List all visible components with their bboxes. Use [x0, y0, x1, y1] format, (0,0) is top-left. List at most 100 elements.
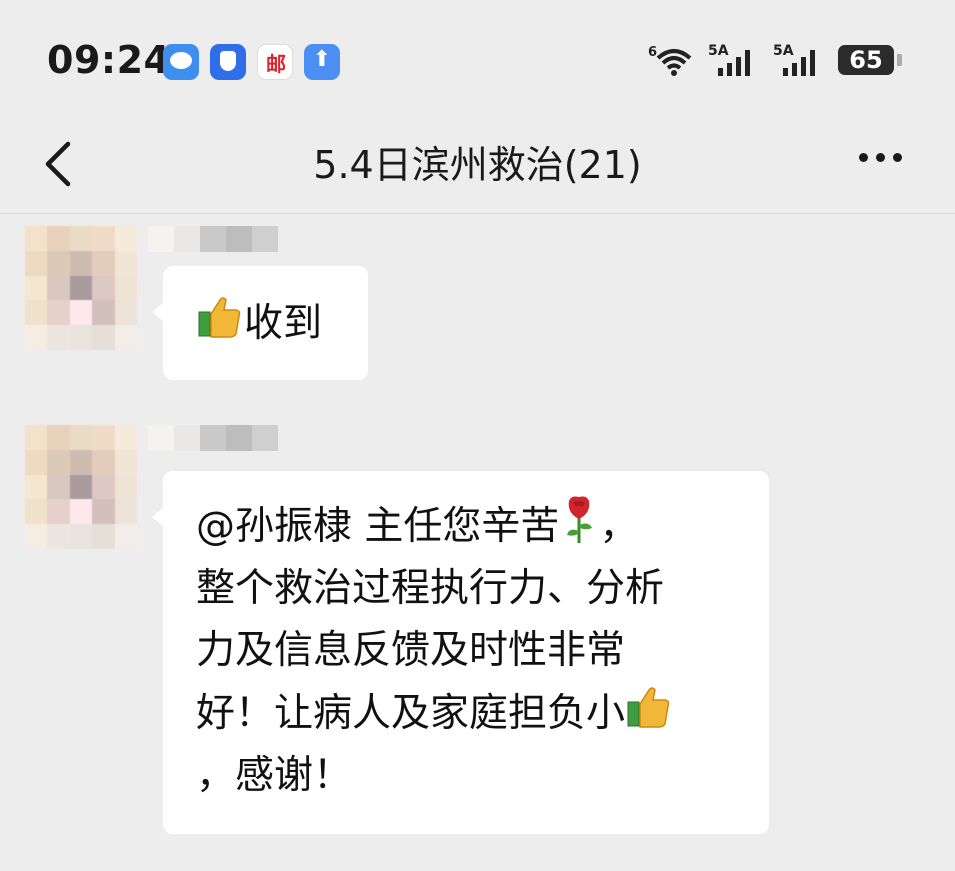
avatar-pixel: [92, 226, 115, 251]
avatar-pixel: [47, 499, 70, 525]
message-line: ，: [599, 504, 639, 549]
sender-name-pixel: [226, 226, 252, 252]
battery-indicator: 65: [838, 45, 894, 75]
avatar-pixel: [25, 275, 48, 301]
avatar-pixel: [25, 226, 48, 251]
avatar-pixel: [92, 524, 115, 549]
message-line: 力及信息反馈及时性非常: [196, 628, 626, 673]
avatar-pixel: [69, 250, 93, 276]
thumbs-up-icon: [198, 297, 241, 338]
avatar-pixel: [114, 250, 137, 276]
avatar-pixel: [47, 250, 70, 276]
avatar-pixel: [69, 226, 93, 251]
message-line: 收到: [244, 301, 323, 346]
avatar-pixel: [69, 499, 93, 525]
avatar-pixel: [47, 425, 70, 450]
signal-1-label: 5A: [708, 43, 729, 59]
status-time: 09:24: [47, 38, 171, 82]
avatar-pixel: [69, 474, 93, 500]
sender-name-pixel: [226, 425, 252, 451]
avatar-pixel: [25, 250, 48, 276]
avatar-pixel: [92, 425, 115, 450]
avatar-pixel: [47, 275, 70, 301]
avatar-pixel: [92, 250, 115, 276]
avatar-pixel: [25, 449, 48, 475]
avatar-pixel: [25, 325, 48, 350]
chat-header: 5.4日滨州救治(21): [0, 120, 955, 214]
more-dot: [876, 153, 885, 162]
avatar-pixel: [92, 474, 115, 500]
sender-name-pixel: [252, 425, 278, 451]
avatar-pixel: [114, 499, 137, 525]
message-text: 收到: [196, 292, 322, 355]
sender-name-pixel: [200, 425, 226, 451]
avatar-pixel: [25, 499, 48, 525]
sender-name-pixel: [174, 226, 200, 252]
signal-icon: 5A: [773, 43, 815, 76]
message-bubble[interactable]: @孙振棣 主任您辛苦 ， 整个救治过程执行力、分析 力及信息反馈及时性非常 好！让…: [152, 471, 769, 834]
sender-name-pixel: [148, 226, 174, 252]
message-line: ，感谢！: [196, 753, 353, 798]
status-bar: 09:24 邮 ⬆ 6 5A 5A 65: [0, 0, 955, 120]
avatar-pixel: [25, 474, 48, 500]
message-line: 整个救治过程执行力、分析: [196, 566, 665, 611]
avatar-pixel: [114, 449, 137, 475]
sender-name-blurred: [148, 425, 278, 451]
more-button[interactable]: [845, 136, 915, 176]
message-text: @孙振棣 主任您辛苦 ， 整个救治过程执行力、分析 力及信息反馈及时性非常 好！让…: [196, 493, 673, 807]
mail-icon: 邮: [257, 44, 293, 80]
avatar-pixel: [69, 300, 93, 326]
avatar-pixel: [114, 325, 137, 350]
avatar-pixel: [92, 275, 115, 301]
message-bubble[interactable]: 收到: [152, 266, 368, 380]
avatar-pixel: [92, 499, 115, 525]
avatar-pixel: [69, 449, 93, 475]
wifi-icon: 6: [648, 45, 692, 76]
thumbs-up-icon: [627, 687, 670, 728]
avatar[interactable]: [25, 425, 137, 549]
avatar-pixel: [25, 524, 48, 549]
avatar-pixel: [114, 425, 137, 450]
chat-icon: [163, 44, 199, 80]
message-line: 好！让病人及家庭担负小: [196, 691, 626, 736]
chat-title: 5.4日滨州救治(21): [313, 143, 642, 187]
upload-glyph: ⬆: [312, 47, 332, 72]
mail-glyph: 邮: [266, 52, 286, 76]
avatar-pixel: [69, 275, 93, 301]
avatar-pixel: [69, 524, 93, 549]
avatar-pixel: [92, 449, 115, 475]
avatar-pixel: [114, 226, 137, 251]
sender-name-pixel: [174, 425, 200, 451]
avatar-pixel: [25, 425, 48, 450]
wifi-badge: 6: [648, 45, 657, 60]
avatar-pixel: [92, 300, 115, 326]
upload-icon: ⬆: [304, 44, 340, 80]
avatar-pixel: [114, 275, 137, 301]
avatar-pixel: [47, 226, 70, 251]
avatar-pixel: [25, 300, 48, 326]
sender-name-pixel: [200, 226, 226, 252]
avatar-pixel: [47, 449, 70, 475]
more-dot: [859, 153, 868, 162]
avatar-pixel: [47, 474, 70, 500]
battery-tip: [897, 54, 902, 66]
avatar-pixel: [47, 325, 70, 350]
shield-icon: [210, 44, 246, 80]
avatar-pixel: [69, 325, 93, 350]
avatar-pixel: [69, 425, 93, 450]
sender-name-pixel: [252, 226, 278, 252]
avatar-pixel: [114, 300, 137, 326]
rose-icon: [567, 496, 593, 543]
avatar[interactable]: [25, 226, 137, 350]
more-dot: [893, 153, 902, 162]
avatar-pixel: [47, 524, 70, 549]
avatar-pixel: [114, 474, 137, 500]
signal-icon: 5A: [708, 43, 750, 76]
avatar-pixel: [92, 325, 115, 350]
sender-name-blurred: [148, 226, 278, 252]
sender-name-pixel: [148, 425, 174, 451]
message-line: @孙振棣 主任您辛苦: [196, 504, 560, 549]
signal-2-label: 5A: [773, 43, 794, 59]
avatar-pixel: [114, 524, 137, 549]
avatar-pixel: [47, 300, 70, 326]
